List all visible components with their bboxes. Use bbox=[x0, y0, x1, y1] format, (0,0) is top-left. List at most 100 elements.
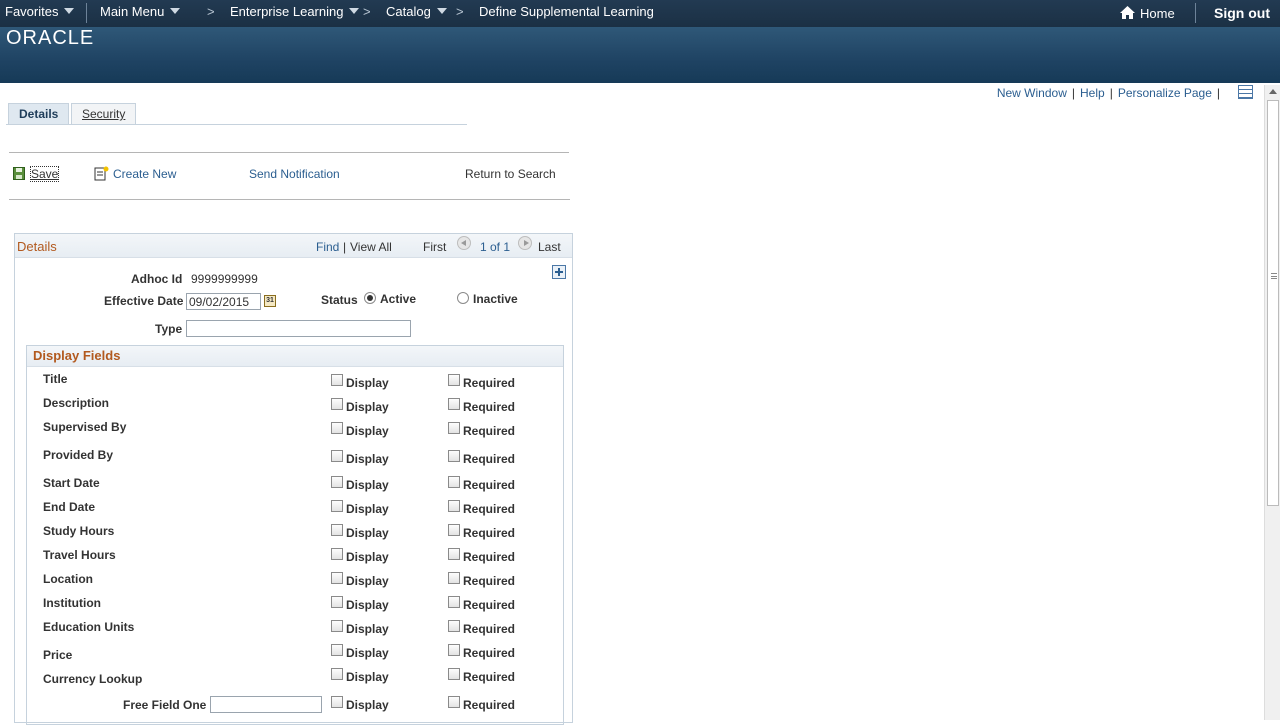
field-name: Provided By bbox=[43, 448, 114, 462]
type-input[interactable] bbox=[186, 320, 411, 337]
grid-layout-icon[interactable] bbox=[1238, 85, 1253, 99]
required-label: Required bbox=[463, 574, 516, 588]
main-menu[interactable]: Main Menu bbox=[100, 4, 181, 19]
display-label: Display bbox=[346, 526, 389, 540]
scroll-up-icon[interactable] bbox=[1269, 89, 1277, 94]
required-checkbox[interactable] bbox=[448, 524, 460, 536]
free-field-one-input[interactable] bbox=[210, 696, 322, 713]
field-row-start-date: Start Date Display Required bbox=[27, 476, 563, 498]
display-checkbox[interactable] bbox=[331, 668, 343, 680]
calendar-icon[interactable]: 31 bbox=[264, 295, 276, 307]
required-checkbox[interactable] bbox=[448, 374, 460, 386]
required-checkbox[interactable] bbox=[448, 596, 460, 608]
display-checkbox[interactable] bbox=[331, 620, 343, 632]
field-row-currency-lookup: Currency Lookup Display Required bbox=[27, 668, 563, 694]
add-row-plus-icon[interactable] bbox=[552, 265, 566, 279]
required-label: Required bbox=[463, 622, 516, 636]
find-link[interactable]: Find bbox=[316, 240, 339, 254]
required-checkbox[interactable] bbox=[448, 398, 460, 410]
favorites-menu[interactable]: Favorites bbox=[5, 4, 75, 19]
effective-date-input[interactable] bbox=[186, 293, 261, 310]
vertical-scrollbar[interactable] bbox=[1264, 85, 1280, 720]
previous-arrow-icon[interactable] bbox=[457, 236, 471, 250]
field-row-travel-hours: Travel Hours Display Required bbox=[27, 548, 563, 570]
display-checkbox[interactable] bbox=[331, 422, 343, 434]
first-link[interactable]: First bbox=[423, 240, 446, 254]
link-divider: | bbox=[1071, 86, 1075, 100]
page-utility-links: New Window | Help | Personalize Page | bbox=[997, 86, 1225, 100]
display-fields-header: Display Fields bbox=[27, 346, 563, 367]
display-checkbox[interactable] bbox=[331, 476, 343, 488]
toolbar-bottom-divider bbox=[9, 199, 570, 200]
display-checkbox[interactable] bbox=[331, 548, 343, 560]
chevron-down-icon bbox=[170, 8, 181, 14]
new-window-link[interactable]: New Window bbox=[997, 86, 1067, 100]
chevron-down-icon bbox=[436, 8, 447, 14]
display-checkbox[interactable] bbox=[331, 450, 343, 462]
required-checkbox[interactable] bbox=[448, 644, 460, 656]
section-title: Display Fields bbox=[33, 348, 121, 363]
details-panel: Details Find | View All First 1 of 1 Las… bbox=[14, 233, 573, 725]
field-row-institution: Institution Display Required bbox=[27, 596, 563, 618]
sign-out-label: Sign out bbox=[1214, 5, 1270, 21]
chevron-down-icon bbox=[64, 8, 75, 14]
scrollbar-thumb[interactable] bbox=[1267, 100, 1279, 506]
display-checkbox[interactable] bbox=[331, 696, 343, 708]
tab-underline bbox=[6, 124, 467, 125]
panel-title: Details bbox=[17, 239, 57, 254]
create-new-button[interactable]: Create New bbox=[113, 167, 176, 181]
save-button[interactable]: Save bbox=[29, 166, 60, 182]
field-name: Description bbox=[43, 396, 110, 410]
display-checkbox[interactable] bbox=[331, 398, 343, 410]
return-to-search-button[interactable]: Return to Search bbox=[465, 167, 556, 181]
required-checkbox[interactable] bbox=[448, 548, 460, 560]
required-checkbox[interactable] bbox=[448, 422, 460, 434]
send-notification-button[interactable]: Send Notification bbox=[249, 167, 340, 181]
required-checkbox[interactable] bbox=[448, 450, 460, 462]
required-checkbox[interactable] bbox=[448, 572, 460, 584]
field-row-title: Title Display Required bbox=[27, 372, 563, 394]
sign-out-link[interactable]: Sign out bbox=[1214, 5, 1270, 21]
display-checkbox[interactable] bbox=[331, 572, 343, 584]
breadcrumb-separator-icon: > bbox=[456, 4, 464, 19]
display-fields-section: Display Fields Title Display Required De… bbox=[26, 345, 564, 725]
tab-details[interactable]: Details bbox=[8, 103, 70, 125]
display-label: Display bbox=[346, 452, 389, 466]
field-name: Education Units bbox=[43, 620, 135, 634]
help-link[interactable]: Help bbox=[1080, 86, 1105, 100]
breadcrumb-label: Catalog bbox=[386, 4, 431, 19]
tab-security[interactable]: Security bbox=[71, 103, 137, 125]
required-label: Required bbox=[463, 598, 516, 612]
next-arrow-icon[interactable] bbox=[518, 236, 532, 250]
breadcrumb-enterprise-learning[interactable]: Enterprise Learning bbox=[230, 4, 360, 19]
display-label: Display bbox=[346, 550, 389, 564]
required-label: Required bbox=[463, 400, 516, 414]
required-label: Required bbox=[463, 550, 516, 564]
field-name: Start Date bbox=[43, 476, 100, 490]
required-checkbox[interactable] bbox=[448, 668, 460, 680]
home-link[interactable]: Home bbox=[1119, 5, 1175, 21]
status-active-radio[interactable] bbox=[364, 292, 376, 304]
personalize-page-link[interactable]: Personalize Page bbox=[1118, 86, 1212, 100]
display-checkbox[interactable] bbox=[331, 374, 343, 386]
display-label: Display bbox=[346, 574, 389, 588]
breadcrumb-catalog[interactable]: Catalog bbox=[386, 4, 447, 19]
required-checkbox[interactable] bbox=[448, 476, 460, 488]
required-checkbox[interactable] bbox=[448, 696, 460, 708]
display-checkbox[interactable] bbox=[331, 596, 343, 608]
adhoc-id-value: 9999999999 bbox=[191, 272, 258, 286]
status-inactive-radio[interactable] bbox=[457, 292, 469, 304]
required-checkbox[interactable] bbox=[448, 500, 460, 512]
header-banner: ORACLE bbox=[0, 27, 1280, 83]
field-name: End Date bbox=[43, 500, 96, 514]
display-label: Display bbox=[346, 622, 389, 636]
create-new-icon bbox=[94, 166, 109, 181]
view-all-link[interactable]: View All bbox=[350, 240, 392, 254]
last-link[interactable]: Last bbox=[538, 240, 561, 254]
display-checkbox[interactable] bbox=[331, 644, 343, 656]
main-menu-label: Main Menu bbox=[100, 4, 165, 19]
required-label: Required bbox=[463, 698, 516, 712]
display-checkbox[interactable] bbox=[331, 500, 343, 512]
display-checkbox[interactable] bbox=[331, 524, 343, 536]
required-checkbox[interactable] bbox=[448, 620, 460, 632]
